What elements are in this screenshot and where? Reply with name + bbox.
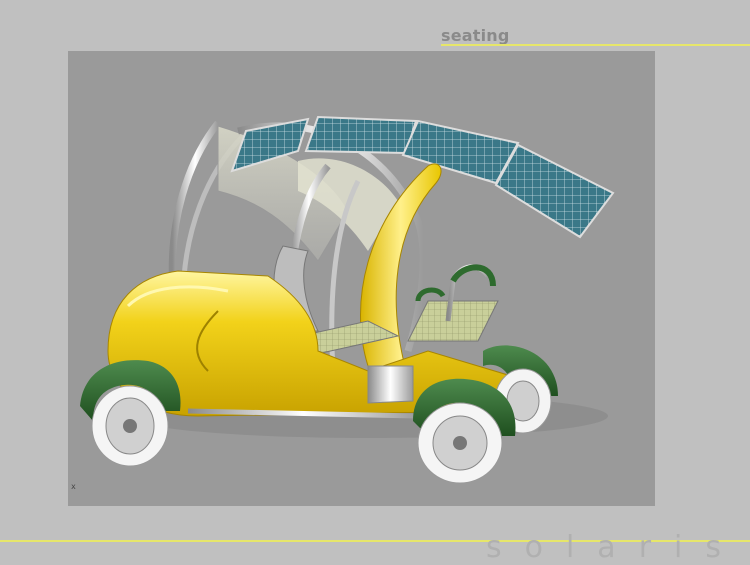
render-viewport: x	[68, 51, 655, 506]
rear-wheel-near	[413, 378, 516, 484]
slide-title: seating	[441, 26, 510, 45]
solar-car-render	[80, 115, 615, 484]
brand-wordmark: solaris	[485, 530, 744, 565]
axis-marker: x	[71, 482, 76, 491]
front-wheel	[80, 360, 181, 467]
title-underline	[441, 44, 750, 46]
